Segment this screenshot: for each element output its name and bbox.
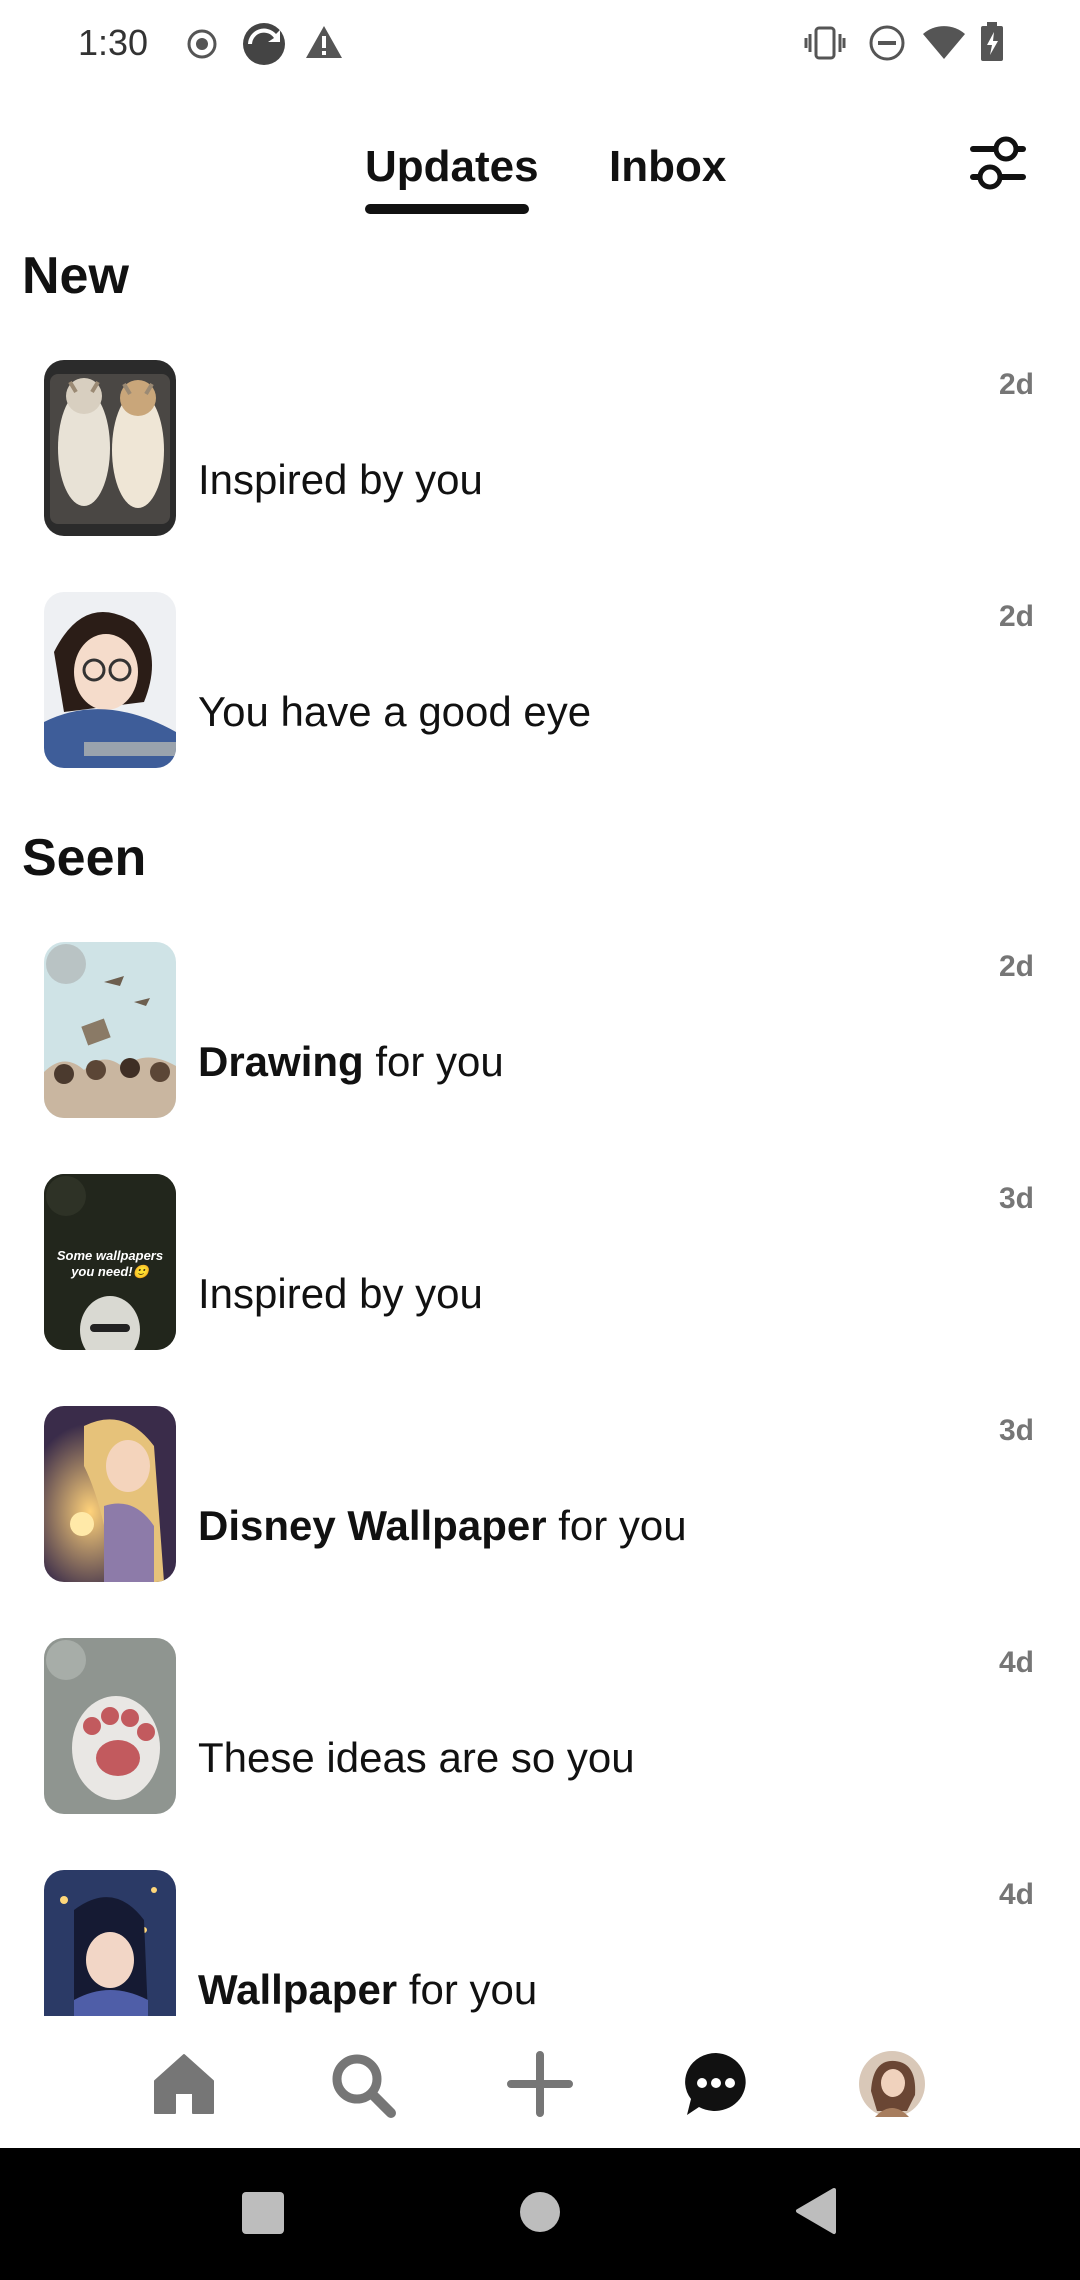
notification-text: Disney Wallpaper for you (198, 1502, 687, 1550)
status-bar: 1:30 (0, 0, 1080, 88)
notification-label: Inspired by you (198, 1270, 483, 1317)
cats-thumbnail (44, 360, 176, 536)
header: Updates Inbox (0, 120, 1080, 220)
notification-bold: Wallpaper (198, 1966, 398, 2013)
wifi-icon (923, 26, 965, 59)
thumb-caption: Some wallpapers you need!🙂 (56, 1248, 164, 1279)
profile-avatar[interactable] (852, 2044, 932, 2124)
system-nav-bar (0, 2148, 1080, 2280)
notification-text: Inspired by you (198, 1270, 483, 1318)
recents-icon[interactable] (240, 2190, 286, 2236)
home-icon[interactable] (144, 2044, 224, 2124)
notification-age: 2d (998, 368, 1034, 401)
home-circle-icon[interactable] (518, 2190, 562, 2234)
girl-laptop-thumbnail (44, 592, 176, 768)
night-girl-thumbnail (44, 1870, 176, 2016)
notification-row[interactable]: Wallpaper for you 4d (0, 1870, 1080, 2016)
bottom-nav (0, 2016, 1080, 2146)
notification-age: 2d (998, 950, 1034, 983)
notification-text: Inspired by you (198, 456, 483, 504)
battery-charging-icon (981, 22, 1003, 61)
notification-row[interactable]: These ideas are so you 4d (0, 1638, 1080, 1838)
rapunzel-thumbnail (44, 1406, 176, 1582)
notification-text: These ideas are so you (198, 1734, 635, 1782)
tab-updates[interactable]: Updates (365, 142, 539, 192)
back-icon[interactable] (794, 2186, 838, 2236)
notification-label: These ideas are so you (198, 1734, 635, 1781)
warning-icon (306, 26, 342, 58)
status-time: 1:30 (78, 22, 149, 63)
messages-icon[interactable] (676, 2044, 756, 2124)
section-title-seen: Seen (22, 829, 147, 887)
section-title-new: New (22, 247, 129, 305)
do-not-disturb-icon (869, 25, 905, 61)
notification-age: 2d (998, 600, 1034, 633)
sync-app-icon (243, 23, 285, 65)
speech-bubble-glyph (685, 2053, 746, 2115)
filter-sliders-icon[interactable] (966, 134, 1030, 194)
graduation-drawing-thumbnail (44, 942, 176, 1118)
notification-label: You have a good eye (198, 688, 592, 735)
notification-text: Wallpaper for you (198, 1966, 537, 2014)
notification-label: for you (546, 1502, 687, 1549)
notification-age: 3d (998, 1414, 1034, 1447)
record-icon (187, 29, 217, 59)
vibrate-icon (804, 26, 846, 60)
notification-bold: Drawing (198, 1038, 364, 1085)
notification-row[interactable]: Disney Wallpaper for you 3d (0, 1406, 1080, 1606)
notification-label: for you (397, 1966, 538, 2013)
create-icon[interactable] (500, 2044, 580, 2124)
notification-text: You have a good eye (198, 688, 591, 736)
notification-row[interactable]: Some wallpapers you need!🙂 Inspired by y… (0, 1174, 1080, 1374)
notification-row[interactable]: Drawing for you 2d (0, 942, 1080, 1142)
avatar-image (859, 2051, 925, 2117)
search-icon[interactable] (322, 2044, 402, 2124)
search-glyph (332, 2054, 396, 2118)
notification-row[interactable]: Inspired by you 2d (0, 360, 1080, 560)
active-tab-indicator (365, 204, 529, 214)
home-glyph (154, 2054, 214, 2114)
notification-label: Inspired by you (198, 456, 483, 503)
notification-age: 3d (998, 1182, 1034, 1215)
notification-row[interactable]: You have a good eye 2d (0, 592, 1080, 792)
notification-age: 4d (998, 1646, 1034, 1679)
notification-label: for you (363, 1038, 504, 1085)
cat-paw-thumbnail (44, 1638, 176, 1814)
dark-wallpaper-thumbnail: Some wallpapers you need!🙂 (44, 1174, 176, 1350)
notification-text: Drawing for you (198, 1038, 504, 1086)
tab-inbox[interactable]: Inbox (609, 142, 726, 192)
notification-age: 4d (998, 1878, 1034, 1911)
notification-bold: Disney Wallpaper (198, 1502, 547, 1549)
plus-glyph (507, 2051, 573, 2117)
